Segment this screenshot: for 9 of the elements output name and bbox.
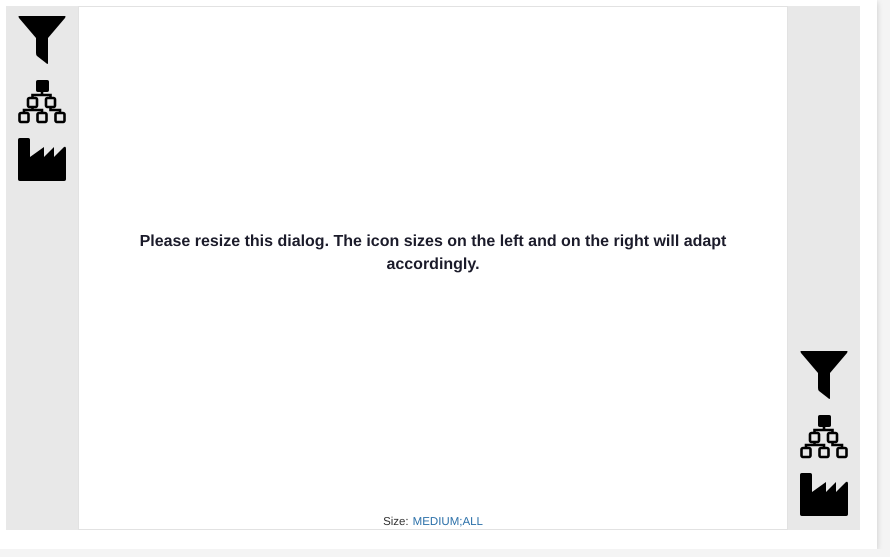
- hierarchy-icon[interactable]: [800, 414, 848, 459]
- hierarchy-icon[interactable]: [18, 79, 66, 124]
- message-text: Please resize this dialog. The icon sizes on the left and on the right will adapt accordingly.: [138, 232, 728, 274]
- size-value: MEDIUM;ALL: [412, 516, 483, 528]
- factory-icon[interactable]: [18, 138, 66, 181]
- filter-icon[interactable]: [800, 351, 848, 400]
- filter-icon[interactable]: [18, 16, 66, 65]
- factory-icon[interactable]: [800, 473, 848, 516]
- size-label: Size:: [383, 516, 409, 528]
